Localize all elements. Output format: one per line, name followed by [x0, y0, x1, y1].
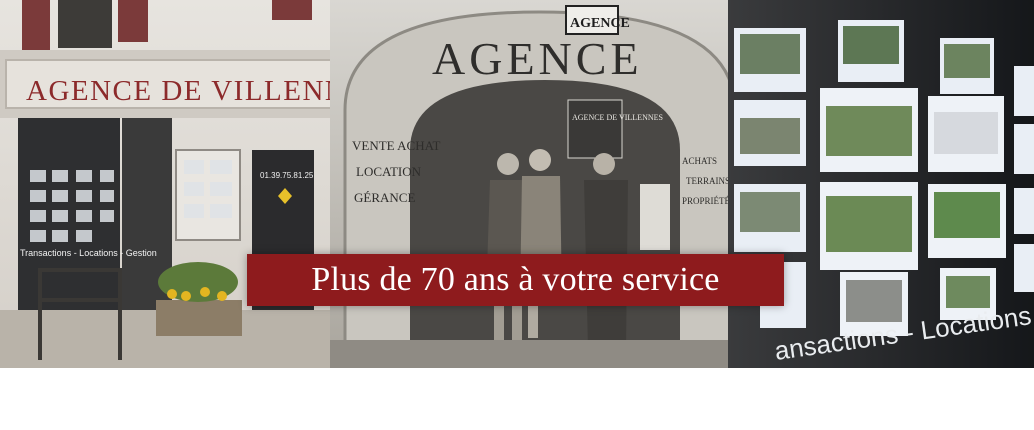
shutter-right — [118, 0, 148, 42]
window-upper — [58, 0, 112, 48]
vintage-notice — [640, 184, 670, 250]
vintage-door-sign: AGENCE DE VILLENNES — [572, 113, 663, 122]
vintage-left-line-1: VENTE ACHAT — [352, 138, 441, 153]
storefront-sign-text: AGENCE DE VILLENN — [26, 75, 347, 107]
vintage-right-line-2: TERRAINS — [686, 176, 730, 186]
hero-banner: AGENCE DE VILLENN Transactions - Locatio… — [0, 0, 1034, 368]
planter-box — [156, 300, 242, 336]
planter-flowers — [158, 262, 238, 302]
window-band-text: Transactions - Locations - Gestion — [20, 248, 157, 258]
hero-photo-collage: AGENCE DE VILLENN Transactions - Locatio… — [0, 0, 1034, 368]
vintage-roof-sign: AGENCE — [570, 16, 630, 31]
vintage-step — [330, 340, 740, 368]
vintage-left-line-3: GÉRANCE — [354, 190, 415, 205]
tagline-banner: Plus de 70 ans à votre service — [247, 254, 784, 306]
vintage-left-line-2: LOCATION — [356, 164, 422, 179]
shutter-left — [22, 0, 50, 50]
door-phone-text: 01.39.75.81.25 — [260, 171, 314, 180]
vintage-right-line-1: ACHATS — [682, 156, 717, 166]
vintage-right-line-3: PROPRIÉTÉS — [682, 196, 735, 206]
tagline-text: Plus de 70 ans à votre service — [311, 261, 720, 298]
vintage-arch-sign: AGENCE — [432, 33, 643, 84]
shutter-far — [272, 0, 312, 20]
whitespace-below — [0, 368, 1034, 430]
vintage-door-sign-board — [567, 99, 623, 159]
